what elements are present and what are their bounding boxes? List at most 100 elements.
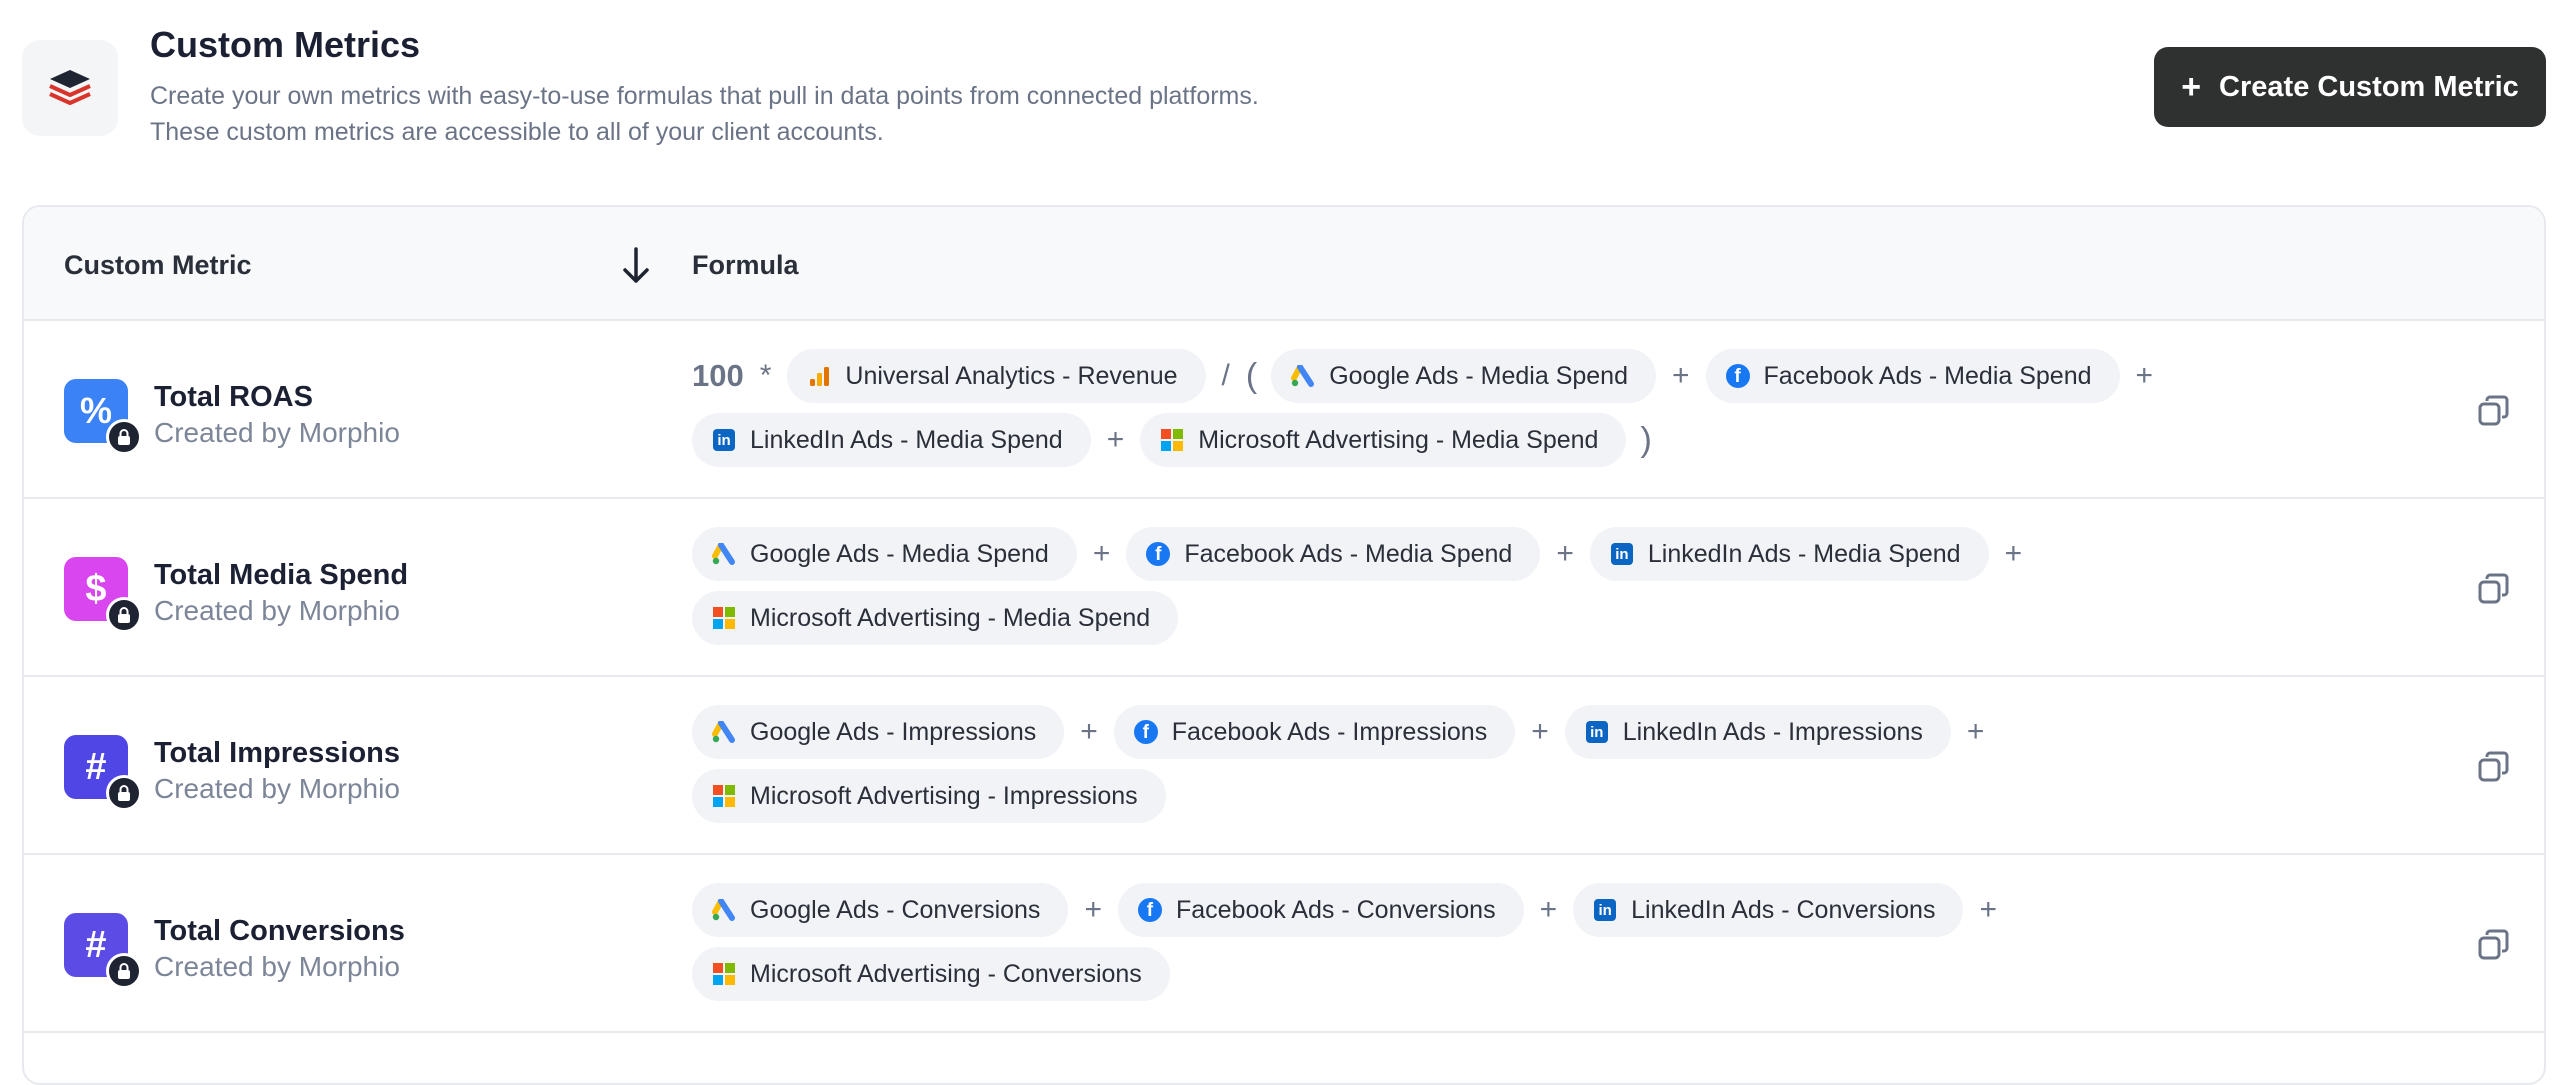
arrow-down-icon[interactable] [616, 243, 656, 287]
microsoft-icon [1160, 428, 1184, 452]
metric-author: Created by Morphio [154, 595, 400, 626]
formula-chip: in LinkedIn Ads - Impressions [1564, 705, 1951, 759]
formula-chip: Google Ads - Media Spend [1271, 349, 1656, 403]
formula-chip: Universal Analytics - Revenue [787, 349, 1206, 403]
chip-label: Universal Analytics - Revenue [845, 361, 1178, 390]
formula-operator: + [1084, 893, 1102, 926]
lock-icon [106, 419, 142, 455]
formula-paren: ( [1245, 356, 1258, 395]
column-header-formula: Formula [692, 250, 799, 280]
facebook-icon: f [1137, 898, 1162, 922]
google-ads-icon [712, 542, 736, 566]
formula-chip: Microsoft Advertising - Conversions [692, 947, 1170, 1001]
create-button-label: Create Custom Metric [2219, 70, 2519, 103]
formula-chip: in LinkedIn Ads - Media Spend [692, 413, 1091, 467]
chip-label: LinkedIn Ads - Conversions [1631, 895, 1936, 924]
chip-label: Microsoft Advertising - Media Spend [750, 603, 1151, 632]
formula-chip: f Facebook Ads - Conversions [1117, 883, 1524, 937]
copy-icon[interactable] [2476, 749, 2512, 785]
metric-name[interactable]: Total Conversions [154, 915, 405, 948]
chip-label: LinkedIn Ads - Impressions [1622, 717, 1923, 746]
microsoft-icon [712, 784, 736, 808]
metric-author: Created by Morphio [154, 951, 400, 982]
formula-operator: + [1106, 423, 1125, 456]
chip-label: Google Ads - Media Spend [1329, 361, 1628, 390]
lock-icon [106, 953, 142, 989]
formula-chip: Microsoft Advertising - Media Spend [1140, 413, 1627, 467]
copy-icon[interactable] [2476, 393, 2512, 429]
copy-icon[interactable] [2476, 927, 2512, 963]
description-line: These custom metrics are accessible to a… [150, 118, 884, 146]
chip-label: Microsoft Advertising - Media Spend [1198, 425, 1599, 454]
facebook-icon: f [1146, 542, 1171, 566]
hash-icon: # [64, 735, 142, 811]
microsoft-icon [712, 606, 736, 630]
microsoft-icon [712, 962, 736, 986]
formula-chip: in LinkedIn Ads - Conversions [1573, 883, 1964, 937]
linkedin-icon: in [1610, 542, 1634, 566]
hash-icon: # [64, 913, 142, 989]
formula-chip: Microsoft Advertising - Impressions [692, 769, 1166, 823]
table-row[interactable]: $ Total Media Spend Created by Morphio G… [24, 499, 2544, 677]
chip-label: Facebook Ads - Conversions [1175, 895, 1496, 924]
table-header: Custom Metric Formula [24, 207, 2544, 321]
lock-icon [106, 775, 142, 811]
chip-label: Facebook Ads - Media Spend [1763, 361, 2092, 390]
chip-label: Microsoft Advertising - Impressions [750, 781, 1138, 810]
page-header: Custom Metrics Create your own metrics w… [0, 0, 2562, 205]
metric-name[interactable]: Total Media Spend [154, 559, 408, 592]
linkedin-icon: in [712, 428, 736, 452]
formula-operator: + [1979, 893, 1997, 926]
dollar-icon: $ [64, 557, 142, 633]
chip-label: Facebook Ads - Media Spend [1184, 539, 1513, 568]
google-ads-icon [712, 898, 736, 922]
formula-operator: + [1531, 715, 1549, 748]
linkedin-icon: in [1585, 720, 1609, 744]
formula-operator: + [2004, 537, 2023, 570]
page-description: Create your own metrics with easy-to-use… [150, 78, 1259, 150]
copy-icon[interactable] [2476, 571, 2512, 607]
formula: Google Ads - Impressions + f Facebook Ad… [692, 705, 2172, 823]
formula-operator: + [1539, 893, 1558, 926]
universal-analytics-icon [807, 364, 831, 388]
chip-label: Microsoft Advertising - Conversions [750, 959, 1142, 988]
formula-paren: ) [1640, 420, 1652, 459]
plus-icon: + [2181, 68, 2202, 106]
metric-name[interactable]: Total Impressions [154, 737, 400, 770]
formula-chip: Google Ads - Impressions [692, 705, 1065, 759]
formula-number: 100 [692, 358, 744, 393]
table-row[interactable]: # Total Impressions Created by Morphio G… [24, 677, 2544, 855]
google-ads-icon [1291, 364, 1315, 388]
formula-chip: in LinkedIn Ads - Media Spend [1589, 527, 1989, 581]
formula-chip: Google Ads - Media Spend [692, 527, 1077, 581]
table-row[interactable]: # Total Conversions Created by Morphio G… [24, 855, 2544, 1033]
custom-metrics-table: Custom Metric Formula % Total ROAS Creat… [22, 205, 2546, 1085]
facebook-icon: f [1133, 720, 1158, 744]
formula-operator: * [759, 359, 772, 392]
formula-operator: + [1672, 359, 1690, 392]
create-custom-metric-button[interactable]: + Create Custom Metric [2154, 47, 2546, 127]
description-line: Create your own metrics with easy-to-use… [150, 82, 1259, 110]
chip-label: LinkedIn Ads - Media Spend [750, 425, 1063, 454]
chip-label: Facebook Ads - Impressions [1171, 717, 1488, 746]
formula-chip: f Facebook Ads - Media Spend [1126, 527, 1541, 581]
google-ads-icon [712, 720, 736, 744]
lock-icon [106, 597, 142, 633]
chip-label: Google Ads - Conversions [750, 895, 1041, 924]
table-row[interactable]: % Total ROAS Created by Morphio 100 * Un… [24, 321, 2544, 499]
formula-chip: Google Ads - Conversions [692, 883, 1069, 937]
chip-label: LinkedIn Ads - Media Spend [1647, 539, 1961, 568]
column-header-custom-metric[interactable]: Custom Metric [64, 250, 252, 281]
formula-chip: Microsoft Advertising - Media Spend [692, 591, 1179, 645]
formula-operator: + [2135, 359, 2154, 392]
formula: Google Ads - Media Spend + f Facebook Ad… [692, 527, 2172, 645]
formula: 100 * Universal Analytics - Revenue / ( … [692, 349, 2172, 467]
formula-operator: + [1080, 715, 1098, 748]
metric-author: Created by Morphio [154, 773, 400, 804]
linkedin-icon: in [1593, 898, 1617, 922]
formula-operator: + [1556, 537, 1574, 570]
layers-icon [22, 40, 118, 136]
formula-operator: + [1966, 715, 1985, 748]
formula-chip: f Facebook Ads - Impressions [1113, 705, 1516, 759]
metric-name[interactable]: Total ROAS [154, 381, 313, 414]
